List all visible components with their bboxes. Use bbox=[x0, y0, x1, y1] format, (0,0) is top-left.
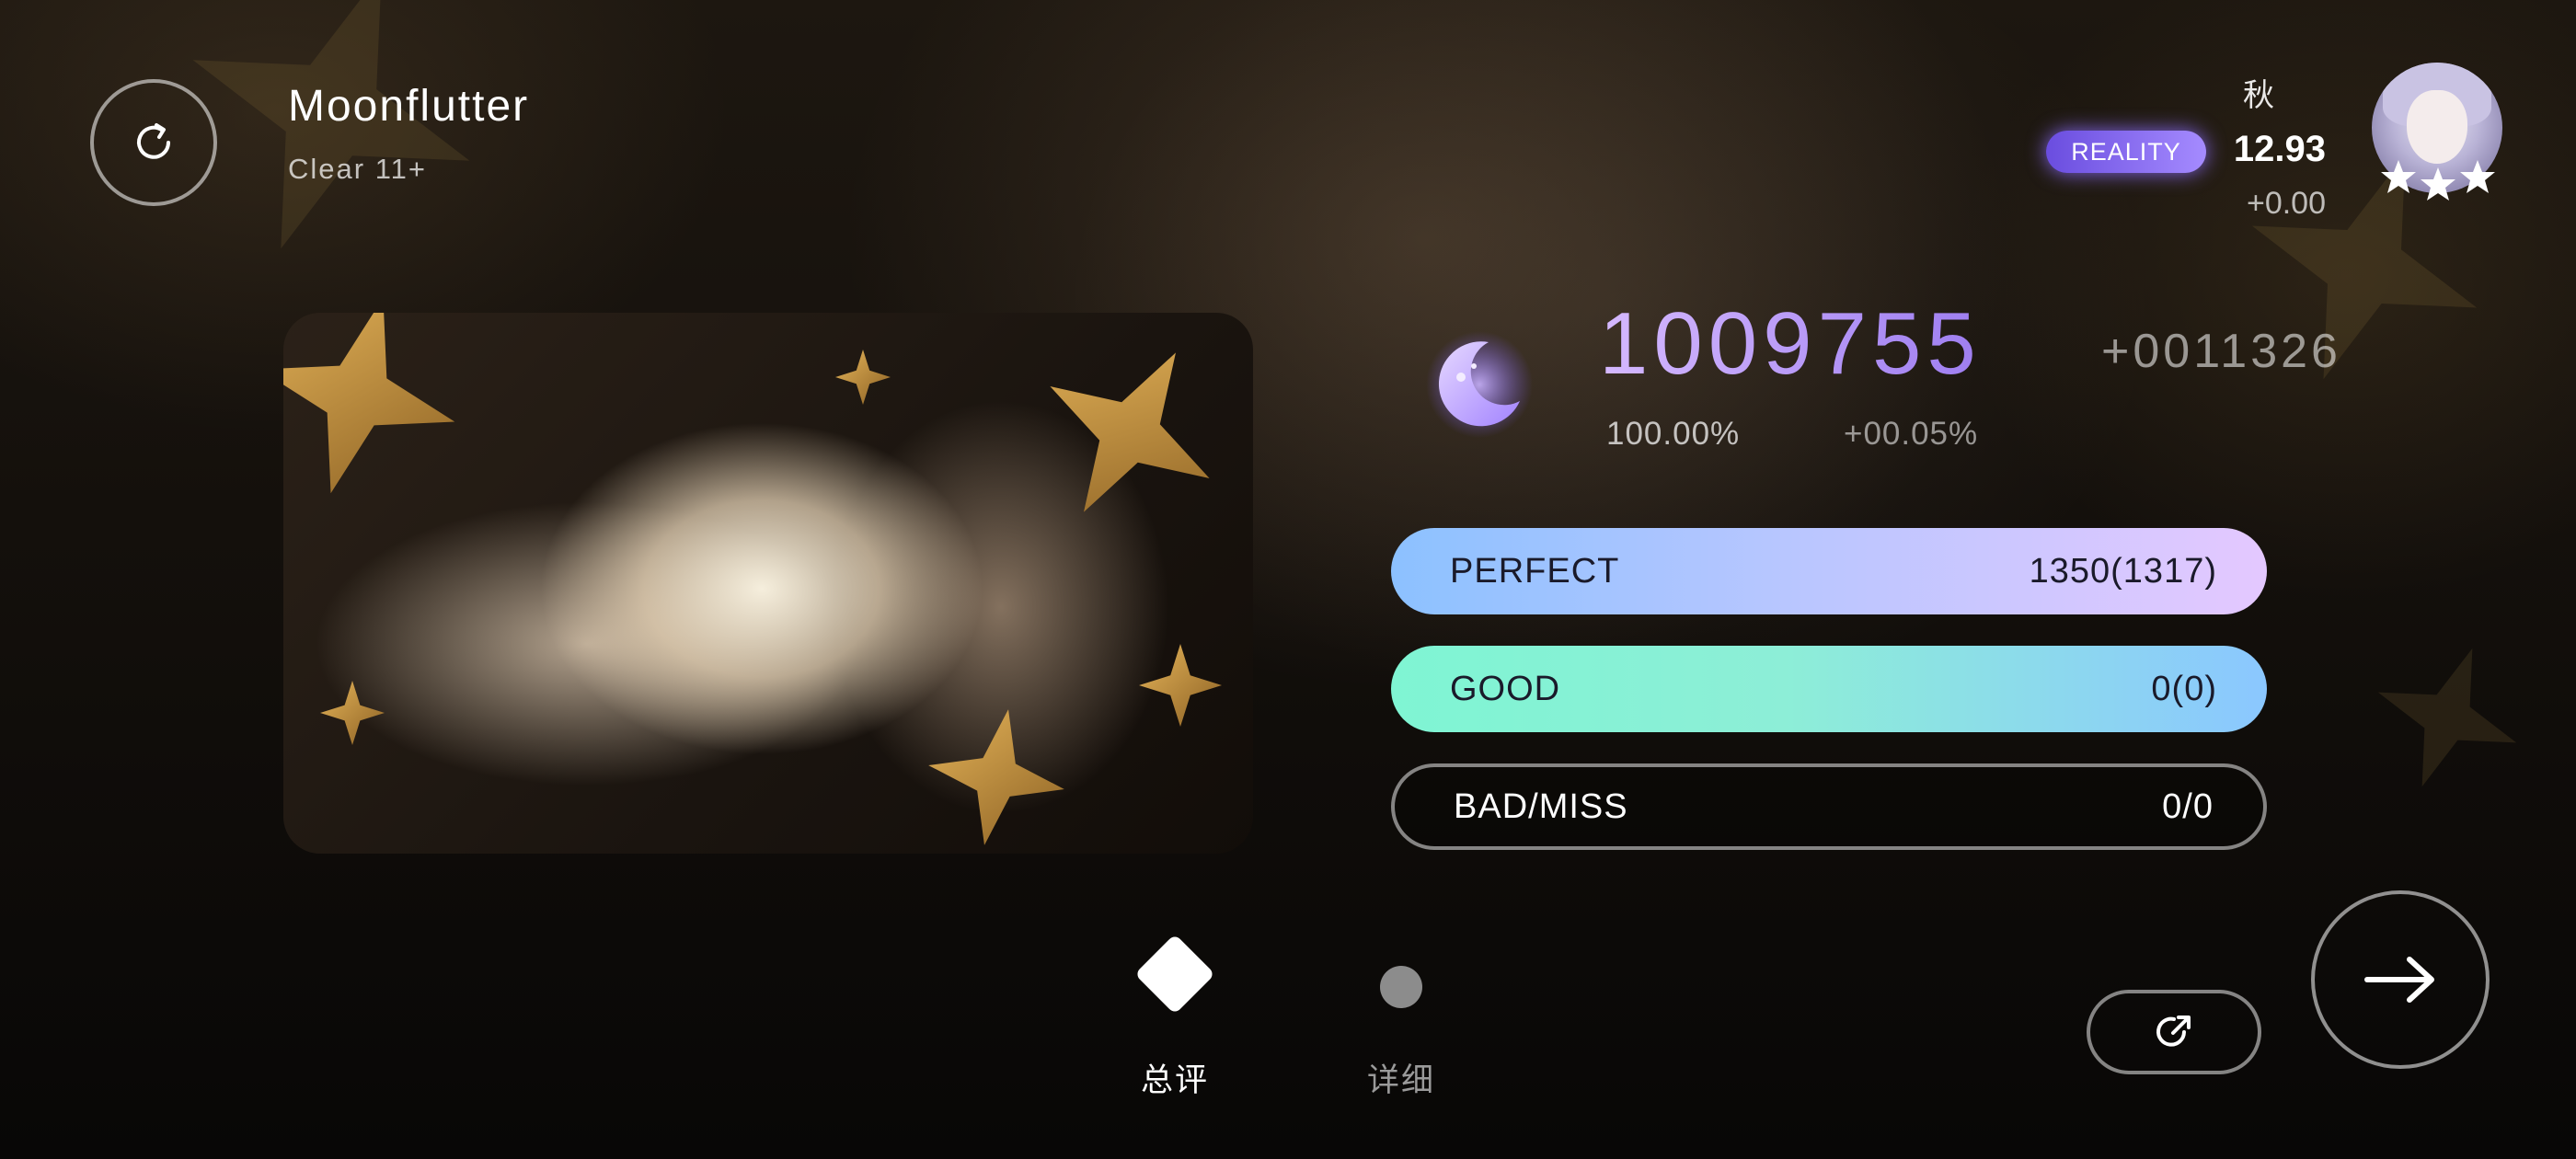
song-difficulty: Clear 11+ bbox=[288, 153, 427, 185]
background-star-decoration bbox=[2352, 623, 2541, 811]
good-label: GOOD bbox=[1450, 669, 1561, 708]
next-button[interactable] bbox=[2311, 890, 2490, 1069]
accuracy-value: 100.00% bbox=[1606, 416, 1741, 452]
retry-icon bbox=[137, 123, 170, 159]
star-icon bbox=[2421, 167, 2455, 201]
jacket-star-decoration bbox=[320, 681, 385, 745]
star-icon bbox=[2460, 160, 2495, 193]
rks-delta: +0.00 bbox=[2246, 186, 2326, 221]
bad-miss-count-bar: BAD/MISS 0/0 bbox=[1391, 763, 2267, 850]
song-title: Moonflutter bbox=[288, 82, 530, 131]
score-value: 1009755 bbox=[1599, 294, 1982, 393]
dot-icon bbox=[1380, 966, 1422, 1008]
tab-detail-label: 详细 bbox=[1366, 1062, 1435, 1099]
arrow-right-icon bbox=[2364, 957, 2434, 1003]
bad-miss-label: BAD/MISS bbox=[1454, 786, 1628, 826]
song-jacket-illustration bbox=[283, 313, 1253, 854]
good-count-bar: GOOD 0(0) bbox=[1391, 646, 2267, 732]
retry-button[interactable] bbox=[90, 79, 217, 206]
share-button[interactable] bbox=[2087, 990, 2261, 1074]
star-icon bbox=[2381, 160, 2416, 193]
result-screen: Moonflutter Clear 11+ 秋 REALITY 12.93 +0… bbox=[0, 0, 2576, 1159]
jacket-star-decoration bbox=[835, 350, 891, 405]
tab-summary[interactable]: 总评 bbox=[1122, 934, 1227, 1099]
tab-detail[interactable]: 详细 bbox=[1349, 938, 1454, 1099]
jacket-star-decoration bbox=[916, 697, 1076, 854]
jacket-star-decoration bbox=[283, 313, 481, 520]
score-delta: +0011326 bbox=[2101, 325, 2341, 378]
perfect-count-bar: PERFECT 1350(1317) bbox=[1391, 528, 2267, 614]
perfect-label: PERFECT bbox=[1450, 551, 1620, 591]
bad-miss-value: 0/0 bbox=[2162, 786, 2214, 826]
avatar-face bbox=[2407, 90, 2467, 164]
moon-icon bbox=[1426, 331, 1533, 438]
player-name: 秋 bbox=[2243, 77, 2274, 114]
jacket-star-decoration bbox=[1004, 313, 1253, 558]
diamond-icon bbox=[1134, 934, 1215, 1015]
good-value: 0(0) bbox=[2151, 669, 2217, 708]
tab-summary-label: 总评 bbox=[1140, 1062, 1209, 1099]
rks-value: 12.93 bbox=[2233, 129, 2326, 169]
accuracy-delta: +00.05% bbox=[1844, 416, 1979, 452]
avatar-stars bbox=[2380, 158, 2496, 202]
perfect-value: 1350(1317) bbox=[2029, 551, 2217, 591]
jacket-star-decoration bbox=[1139, 644, 1222, 727]
reality-badge: REALITY bbox=[2046, 131, 2206, 173]
share-icon bbox=[2156, 1016, 2191, 1047]
